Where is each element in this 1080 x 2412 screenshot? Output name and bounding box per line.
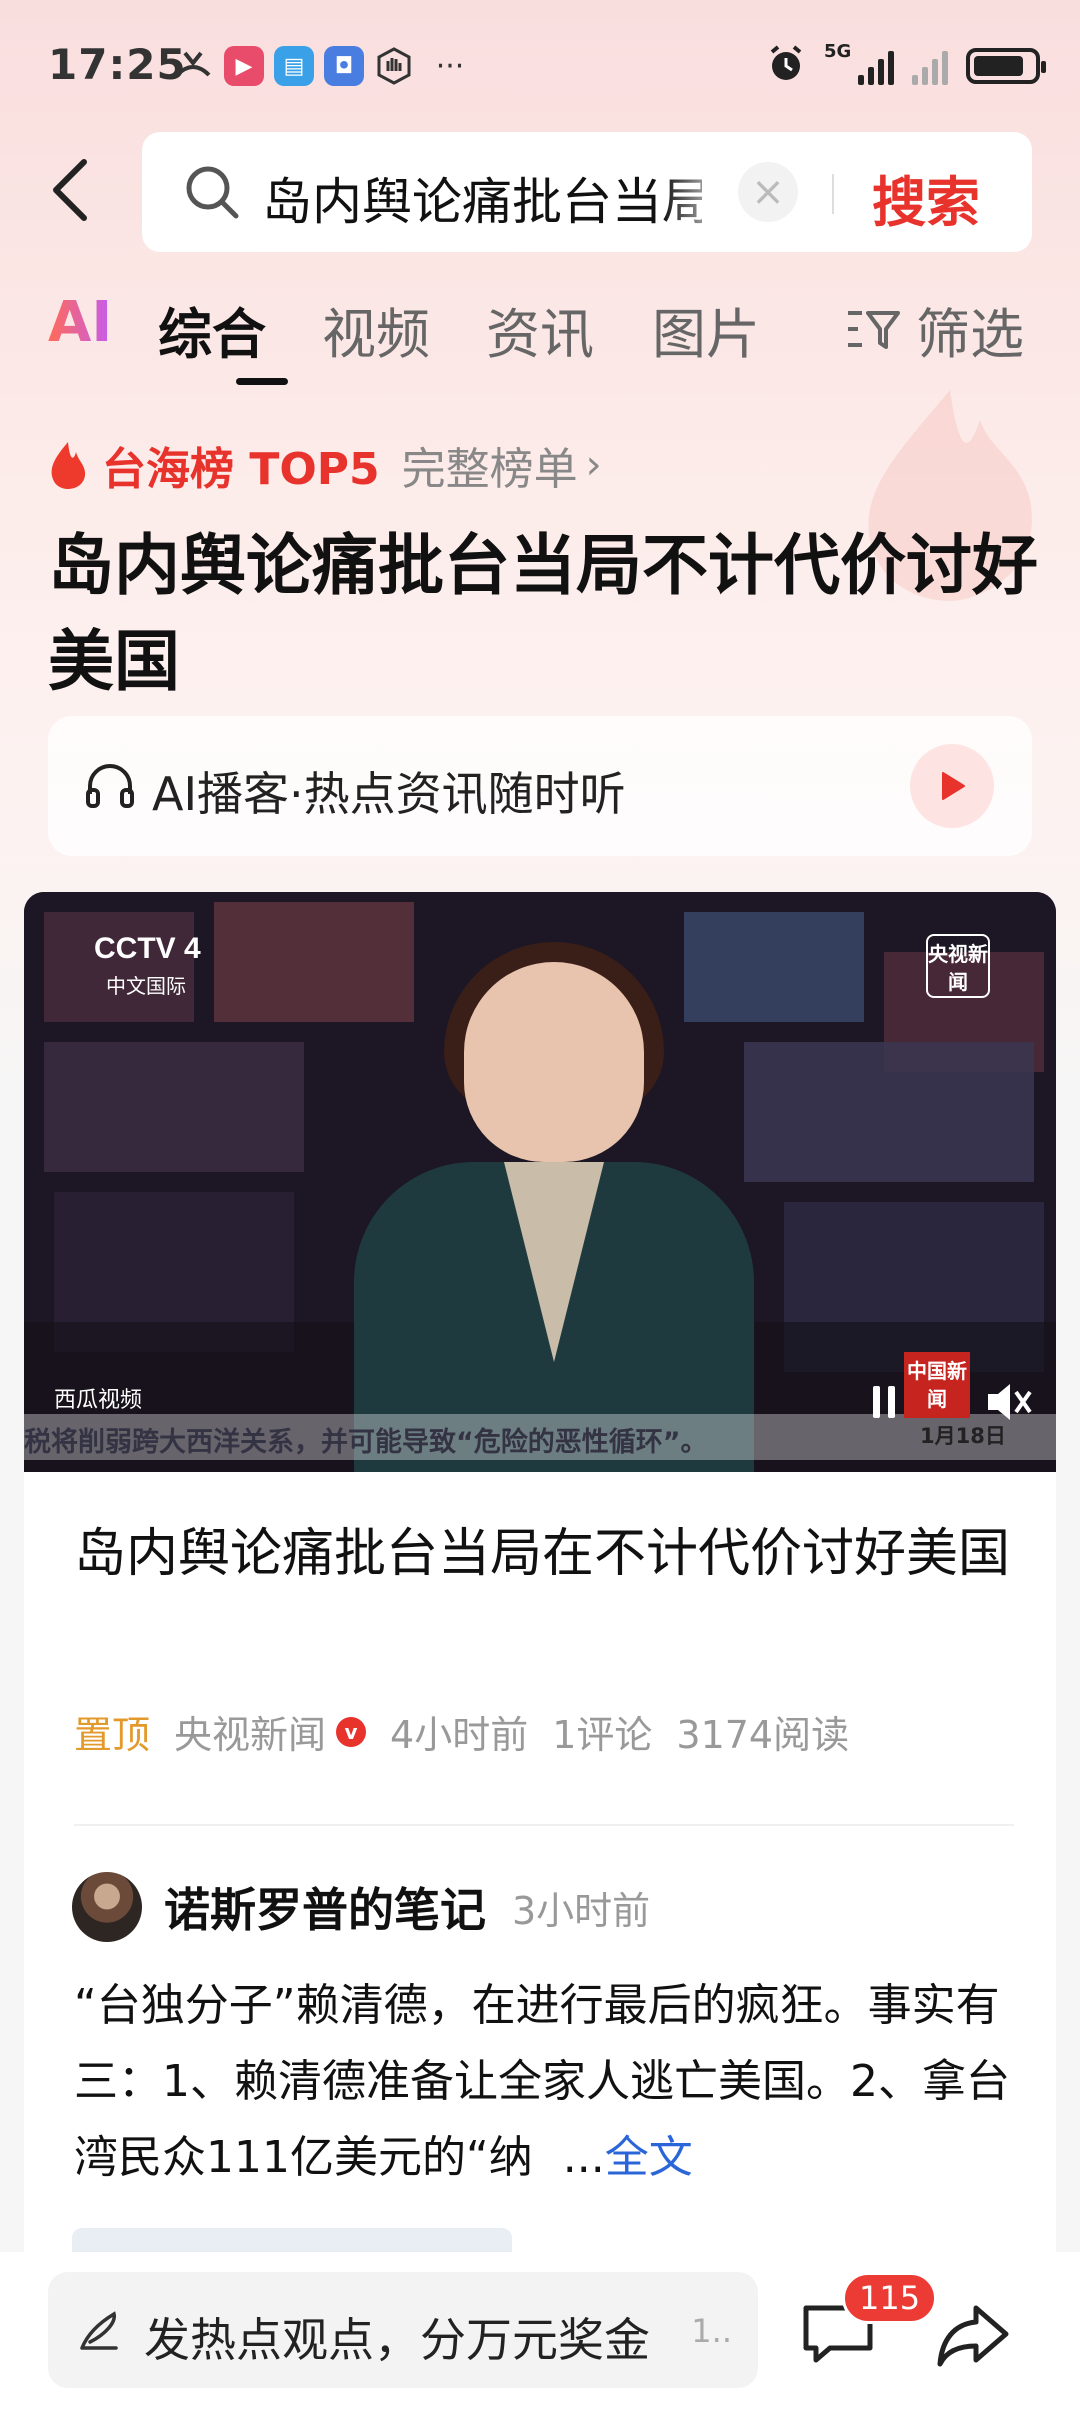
verified-badge-icon: v	[336, 1716, 367, 1747]
tab-news[interactable]: 资讯	[486, 290, 594, 369]
divider	[832, 174, 834, 214]
china-news-badge: 中国新闻	[904, 1352, 970, 1418]
article-card: 岛内舆论痛批台当局在不计代价讨好美国 置顶 央视新闻 v 4小时前 1评论 31…	[24, 1472, 1056, 2252]
tab-video[interactable]: 视频	[322, 290, 430, 369]
share-icon[interactable]	[936, 2302, 1010, 2368]
missed-call-icon	[172, 46, 214, 86]
filter-icon	[848, 310, 900, 349]
article-source[interactable]: 央视新闻	[174, 1704, 326, 1759]
alarm-icon	[766, 44, 806, 88]
post-ellipsis: ...	[562, 2132, 605, 2183]
search-input[interactable]: 岛内舆论痛批台当局不计代价讨好美国 × 搜索	[142, 132, 1032, 252]
filter-button[interactable]: 筛选	[844, 290, 1024, 369]
tab-images[interactable]: 图片	[652, 290, 760, 369]
article-time: 4小时前	[390, 1713, 529, 1757]
battery-icon	[966, 48, 1046, 84]
bottom-bar: 发热点观点，分万元奖金 1.. 115	[0, 2252, 1080, 2412]
article-meta: 置顶 央视新闻 v 4小时前 1评论 3174阅读	[74, 1704, 849, 1759]
network-type: 5G	[824, 41, 852, 62]
read-count: 3174阅读	[676, 1713, 850, 1757]
search-query: 岛内舆论痛批台当局不计代价讨好美国	[262, 173, 702, 231]
comment-prompt: 发热点观点，分万元奖金	[144, 2313, 650, 2367]
full-list-link[interactable]: 完整榜单	[402, 433, 578, 497]
pinned-label: 置顶	[74, 1713, 151, 1757]
tab-bar: AI 综合 视频 资讯 图片 筛选	[48, 290, 1048, 390]
comment-count-badge: 115	[842, 2272, 938, 2324]
active-tab-indicator	[236, 378, 288, 385]
cellular-signal-icon: 5G	[824, 41, 894, 85]
search-button[interactable]: 搜索	[872, 158, 980, 237]
video-player[interactable]: CCTV 4 中文国际 央视新闻 西瓜视频 税将削弱跨大西洋关系，并可能导致“危…	[24, 892, 1056, 1472]
podcast-label: AI播客·热点资讯随时听	[152, 767, 626, 821]
pen-icon	[80, 2311, 118, 2350]
hot-list-title: 台海榜 TOP5	[102, 444, 380, 495]
hot-list-header[interactable]: 台海榜 TOP5 完整榜单 ›	[48, 430, 602, 500]
security-app-icon: ◘	[324, 46, 364, 86]
tab-ai[interactable]: AI	[48, 290, 112, 355]
read-more-link[interactable]: 全文	[605, 2132, 693, 2183]
secondary-signal-icon	[912, 47, 948, 85]
divider	[74, 1824, 1014, 1826]
post-body[interactable]: “台独分子”赖清德，在进行最后的疯狂。事实有三：1、赖清德准备让全家人逃亡美国。…	[74, 1968, 1024, 2196]
play-icon	[942, 772, 965, 800]
avatar[interactable]	[72, 1872, 142, 1942]
tab-all[interactable]: 综合	[158, 290, 266, 369]
more-notifications-icon: ···	[435, 48, 465, 84]
search-icon	[186, 166, 239, 219]
flame-icon	[51, 442, 86, 489]
clear-search-button[interactable]: ×	[738, 162, 798, 222]
back-button[interactable]	[40, 150, 100, 230]
broadcast-date: 1月18日	[920, 1424, 1006, 1448]
channel-subtitle: 中文国际	[106, 974, 186, 998]
xigua-watermark: 西瓜视频	[54, 1388, 143, 1413]
post-time: 3小时前	[512, 1888, 651, 1933]
article-title[interactable]: 岛内舆论痛批台当局在不计代价讨好美国	[74, 1514, 1014, 1594]
hand-icon	[374, 46, 414, 86]
status-bar: 17:25 ▶ ▤ ◘ ··· 5G	[0, 0, 1080, 130]
hot-headline[interactable]: 岛内舆论痛批台当局不计代价讨好美国	[48, 518, 1038, 710]
status-time: 17:25	[48, 40, 187, 89]
comment-input[interactable]: 发热点观点，分万元奖金 1..	[48, 2272, 758, 2388]
filter-label: 筛选	[916, 303, 1024, 366]
ai-podcast-banner[interactable]: AI播客·热点资讯随时听	[48, 716, 1032, 856]
post-text: “台独分子”赖清德，在进行最后的疯狂。事实有三：1、赖清德准备让全家人逃亡美国。…	[74, 1980, 1010, 2183]
mute-icon[interactable]	[984, 1380, 1034, 1424]
podcast-play-button[interactable]	[910, 744, 994, 828]
post-author-row[interactable]: 诺斯罗普的笔记 3小时前	[72, 1872, 650, 1942]
cctv-news-badge: 央视新闻	[926, 934, 990, 998]
back-arrow-icon	[53, 159, 87, 221]
channel-logo: CCTV 4	[94, 932, 201, 965]
reader-app-icon: ▤	[274, 46, 314, 86]
video-app-icon: ▶	[224, 46, 264, 86]
headphones-icon	[86, 764, 134, 808]
chevron-right-icon: ›	[585, 442, 602, 488]
author-name[interactable]: 诺斯罗普的笔记	[164, 1874, 486, 1940]
post-image-thumbnail[interactable]	[72, 2228, 512, 2252]
comment-count: 1评论	[552, 1713, 653, 1757]
comment-prompt-more: 1..	[691, 2312, 732, 2350]
pause-button[interactable]	[864, 1382, 904, 1422]
